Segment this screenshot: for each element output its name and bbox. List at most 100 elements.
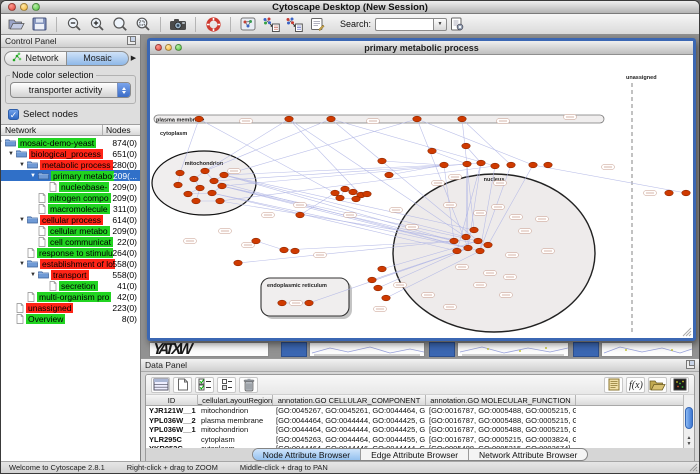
tree-row[interactable]: ▼transport558(0) — [1, 269, 140, 280]
network-node[interactable] — [184, 191, 192, 197]
network-node[interactable] — [458, 116, 466, 122]
save-session-icon[interactable] — [29, 16, 49, 33]
network-canvas[interactable]: plasma membranecytoplasmmitochondrionnuc… — [150, 55, 693, 338]
table-row[interactable]: YJR121W__1mitochondrion[GO:0045267, GO:0… — [146, 406, 694, 416]
network-node[interactable] — [368, 277, 376, 283]
network-node[interactable] — [192, 198, 200, 204]
background-window-fragment[interactable] — [601, 342, 693, 357]
network-node[interactable] — [176, 170, 184, 176]
network-node[interactable] — [476, 248, 484, 254]
network-node[interactable] — [440, 162, 448, 168]
network-node[interactable] — [491, 163, 499, 169]
select-nodes-checkbox[interactable]: ✓ — [8, 109, 19, 120]
zoom-in-icon[interactable] — [87, 16, 107, 33]
tree-row[interactable]: Overview8(0) — [1, 313, 140, 324]
expand-triangle-icon[interactable]: ▼ — [17, 162, 27, 168]
expand-triangle-icon[interactable]: ▼ — [28, 173, 38, 179]
import-attributes-icon[interactable] — [648, 377, 667, 393]
network-node[interactable] — [464, 245, 472, 251]
network-view-window[interactable]: primary metabolic process plasma membran… — [147, 38, 696, 341]
tree-row[interactable]: nitrogen compo209(0) — [1, 192, 140, 203]
network-to-attribute-mapping-icon[interactable] — [284, 16, 304, 33]
network-node[interactable] — [378, 158, 386, 164]
snapshot-camera-icon[interactable] — [168, 16, 188, 33]
delete-attribute-icon[interactable] — [239, 377, 258, 393]
network-node[interactable] — [463, 161, 471, 167]
network-view-titlebar[interactable]: primary metabolic process — [150, 41, 693, 55]
open-session-icon[interactable] — [6, 16, 26, 33]
window-titlebar[interactable]: Cytoscape Desktop (New Session) — [1, 1, 699, 14]
tab-network[interactable]: Network — [4, 51, 66, 66]
background-window-fragment[interactable] — [309, 342, 425, 357]
background-window-fragment[interactable] — [429, 342, 455, 357]
network-node[interactable] — [462, 143, 470, 149]
network-node[interactable] — [385, 172, 393, 178]
network-node[interactable] — [462, 234, 470, 240]
network-node[interactable] — [453, 248, 461, 254]
network-node[interactable] — [291, 248, 299, 254]
network-node[interactable] — [252, 238, 260, 244]
network-node[interactable] — [428, 148, 436, 154]
tree-row[interactable]: ▼biological_process651(0) — [1, 148, 140, 159]
tab-network-attribute-browser[interactable]: Network Attribute Browser — [469, 449, 587, 460]
network-node[interactable] — [280, 247, 288, 253]
table-column-header[interactable]: annotation.GO MOLECULAR_FUNCTION — [426, 395, 576, 405]
table-column-header[interactable]: _cellularLayoutRegion — [198, 395, 273, 405]
tab-overflow-arrow-icon[interactable]: ▶ — [129, 54, 138, 62]
tree-row[interactable]: cellular metabo209(0) — [1, 225, 140, 236]
network-node[interactable] — [196, 185, 204, 191]
network-node[interactable] — [544, 162, 552, 168]
column-layout-icon[interactable] — [151, 377, 170, 393]
expand-triangle-icon[interactable]: ▼ — [6, 151, 16, 157]
network-node[interactable] — [349, 189, 357, 195]
background-window-fragment[interactable]: YATXW — [149, 342, 269, 357]
tree-row[interactable]: multi-organism pro42(0) — [1, 291, 140, 302]
tree-row[interactable]: macromolecule311(0) — [1, 203, 140, 214]
table-column-header[interactable]: annotation.GO CELLULAR_COMPONENT — [273, 395, 426, 405]
attribute-to-network-mapping-icon[interactable] — [261, 16, 281, 33]
background-window-fragment[interactable] — [573, 342, 599, 357]
tree-row[interactable]: unassigned223(0) — [1, 302, 140, 313]
network-node[interactable] — [374, 285, 382, 291]
table-row[interactable]: YKR052Ccytoplasm[GO:0044464, GO:0044446,… — [146, 444, 694, 448]
network-node[interactable] — [278, 300, 286, 306]
tab-node-attribute-browser[interactable]: Node Attribute Browser — [253, 449, 361, 460]
float-icon[interactable] — [127, 36, 136, 47]
frame-resize-grip-icon[interactable] — [683, 328, 691, 336]
scrollbar-arrows[interactable]: ▲▼ — [684, 435, 694, 447]
network-node[interactable] — [195, 116, 203, 122]
tree-row[interactable]: nucleobase-209(0) — [1, 181, 140, 192]
network-node[interactable] — [378, 266, 386, 272]
network-node[interactable] — [331, 190, 339, 196]
tab-edge-attribute-browser[interactable]: Edge Attribute Browser — [361, 449, 469, 460]
tree-row[interactable]: response to stimulu264(0) — [1, 247, 140, 258]
network-node[interactable] — [477, 160, 485, 166]
network-node[interactable] — [296, 212, 304, 218]
tree-row[interactable]: secretion41(0) — [1, 280, 140, 291]
network-node[interactable] — [336, 195, 344, 201]
network-node[interactable] — [305, 300, 313, 306]
background-window-fragment[interactable] — [281, 342, 307, 357]
attribute-editor-icon[interactable] — [604, 377, 623, 393]
table-row[interactable]: YPL036W__1mitochondrion[GO:0044464, GO:0… — [146, 425, 694, 435]
search-config-icon[interactable] — [447, 16, 467, 33]
network-node[interactable] — [507, 162, 515, 168]
zoom-selected-region-icon[interactable] — [133, 16, 153, 33]
network-node[interactable] — [218, 183, 226, 189]
nodes-column-header[interactable]: Nodes — [103, 125, 140, 135]
float-icon[interactable] — [686, 360, 695, 371]
network-node[interactable] — [363, 191, 371, 197]
create-attribute-icon[interactable] — [173, 377, 192, 393]
table-row[interactable]: YPL036W__2plasma membrane[GO:0044464, GO… — [146, 416, 694, 426]
expand-triangle-icon[interactable]: ▼ — [17, 217, 27, 223]
function-builder-icon[interactable]: f(x) — [626, 377, 645, 393]
table-row[interactable]: YLR295Ccytoplasm[GO:0045263, GO:0044464,… — [146, 435, 694, 445]
tree-row[interactable]: cell communicat22(0) — [1, 236, 140, 247]
network-node[interactable] — [341, 186, 349, 192]
network-node[interactable] — [174, 182, 182, 188]
unselect-attributes-icon[interactable] — [217, 377, 236, 393]
network-node[interactable] — [327, 116, 335, 122]
network-node[interactable] — [208, 190, 216, 196]
node-color-dropdown[interactable]: transporter activity — [10, 82, 131, 98]
expand-triangle-icon[interactable]: ▼ — [28, 272, 38, 278]
